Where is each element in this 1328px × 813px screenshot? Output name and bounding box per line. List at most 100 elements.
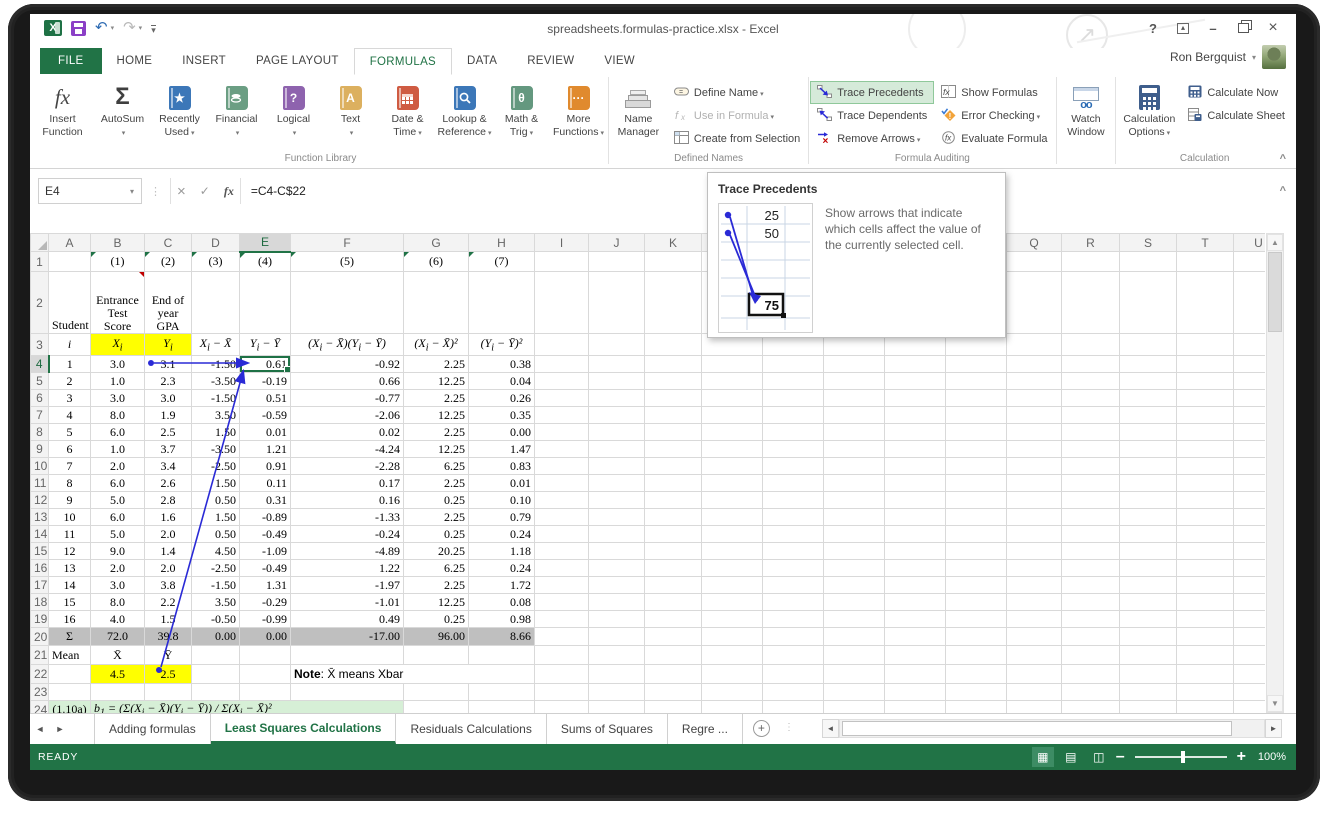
cell[interactable]: [645, 560, 702, 577]
cell[interactable]: [1007, 407, 1062, 424]
cell[interactable]: [946, 356, 1007, 373]
cell[interactable]: [1120, 594, 1177, 611]
cell[interactable]: [1234, 458, 1266, 475]
cell[interactable]: [645, 701, 702, 714]
cell[interactable]: [645, 646, 702, 665]
cell[interactable]: 1.50: [192, 475, 240, 492]
cell[interactable]: i: [49, 334, 91, 356]
cell[interactable]: [1177, 594, 1234, 611]
cell[interactable]: 12.25: [404, 594, 469, 611]
cell[interactable]: [1007, 577, 1062, 594]
cell[interactable]: [763, 441, 824, 458]
cell[interactable]: [240, 665, 291, 684]
cell[interactable]: [702, 611, 763, 628]
cell[interactable]: [1234, 373, 1266, 390]
cell[interactable]: [645, 577, 702, 594]
cell[interactable]: [1234, 526, 1266, 543]
cell[interactable]: 0.01: [240, 424, 291, 441]
cell[interactable]: 1.6: [145, 509, 192, 526]
cell[interactable]: [1120, 424, 1177, 441]
ribbon-create-from-selection-button[interactable]: Create from Selection: [667, 127, 807, 150]
cell[interactable]: [1120, 665, 1177, 684]
cell[interactable]: [763, 684, 824, 701]
insert-function-icon[interactable]: [224, 184, 234, 199]
cell[interactable]: [1177, 665, 1234, 684]
cell[interactable]: [702, 475, 763, 492]
cell[interactable]: 96.00: [404, 628, 469, 646]
cell[interactable]: [1177, 509, 1234, 526]
cell[interactable]: [589, 526, 645, 543]
cell[interactable]: [1007, 611, 1062, 628]
ribbon-error-checking-button[interactable]: !Error Checking: [934, 104, 1054, 127]
cell[interactable]: 3.7: [145, 441, 192, 458]
cell[interactable]: [1062, 684, 1120, 701]
cell[interactable]: 3.0: [91, 577, 145, 594]
cell[interactable]: [1234, 509, 1266, 526]
cell[interactable]: [763, 526, 824, 543]
cell[interactable]: [1120, 628, 1177, 646]
cell[interactable]: [885, 611, 946, 628]
cell[interactable]: 1.0: [91, 373, 145, 390]
cell[interactable]: 3.50: [192, 407, 240, 424]
cell[interactable]: [91, 684, 145, 701]
cell[interactable]: (7): [469, 252, 535, 272]
cell[interactable]: [1062, 526, 1120, 543]
cell[interactable]: 12.25: [404, 441, 469, 458]
horizontal-scrollbar[interactable]: [822, 719, 1282, 738]
formula-bar-drag-dots[interactable]: [150, 185, 162, 198]
cell[interactable]: [702, 684, 763, 701]
cell[interactable]: [535, 526, 589, 543]
cell[interactable]: [1234, 665, 1266, 684]
cell[interactable]: -17.00: [291, 628, 404, 646]
cell[interactable]: [1062, 458, 1120, 475]
cell[interactable]: -2.28: [291, 458, 404, 475]
row-header-1[interactable]: 1: [31, 252, 49, 272]
cell[interactable]: [589, 441, 645, 458]
cell[interactable]: [1120, 441, 1177, 458]
select-all-corner[interactable]: [31, 234, 49, 252]
cell[interactable]: -4.24: [291, 441, 404, 458]
cell[interactable]: [589, 684, 645, 701]
row-header-24[interactable]: 24: [31, 701, 49, 714]
cell[interactable]: 1.50: [192, 509, 240, 526]
row-header-5[interactable]: 5: [31, 373, 49, 390]
cell[interactable]: 0.00: [469, 424, 535, 441]
cell[interactable]: [1177, 543, 1234, 560]
cell[interactable]: -3.50: [192, 373, 240, 390]
cell[interactable]: 10: [49, 509, 91, 526]
cell[interactable]: [1234, 272, 1266, 334]
cell[interactable]: [1062, 543, 1120, 560]
cell[interactable]: [1062, 509, 1120, 526]
cell[interactable]: [1234, 334, 1266, 356]
cell[interactable]: [535, 701, 589, 714]
cell[interactable]: (Yi − Ȳ)²: [469, 334, 535, 356]
cell[interactable]: [1234, 475, 1266, 492]
cell[interactable]: 0.26: [469, 390, 535, 407]
cell[interactable]: [645, 356, 702, 373]
cell[interactable]: [49, 252, 91, 272]
minimize-icon[interactable]: [1200, 18, 1226, 38]
cell[interactable]: [535, 458, 589, 475]
name-box-dropdown-icon[interactable]: [123, 179, 141, 203]
ribbon-text-button[interactable]: AText: [322, 77, 379, 140]
cell[interactable]: 1.47: [469, 441, 535, 458]
cell[interactable]: [535, 560, 589, 577]
cell[interactable]: [1234, 684, 1266, 701]
cell[interactable]: [824, 458, 885, 475]
cell[interactable]: 0.24: [469, 560, 535, 577]
cell[interactable]: [946, 701, 1007, 714]
cell[interactable]: [1007, 646, 1062, 665]
column-header-G[interactable]: G: [404, 234, 469, 252]
cell[interactable]: [885, 441, 946, 458]
row-header-6[interactable]: 6: [31, 390, 49, 407]
cell[interactable]: 9.0: [91, 543, 145, 560]
cell[interactable]: [645, 407, 702, 424]
cell[interactable]: [763, 407, 824, 424]
cell[interactable]: 12: [49, 543, 91, 560]
cell[interactable]: 0.83: [469, 458, 535, 475]
cell[interactable]: [824, 594, 885, 611]
cell[interactable]: [589, 356, 645, 373]
page-break-view-icon[interactable]: [1088, 747, 1110, 767]
cell[interactable]: [763, 373, 824, 390]
cell[interactable]: -1.50: [192, 577, 240, 594]
